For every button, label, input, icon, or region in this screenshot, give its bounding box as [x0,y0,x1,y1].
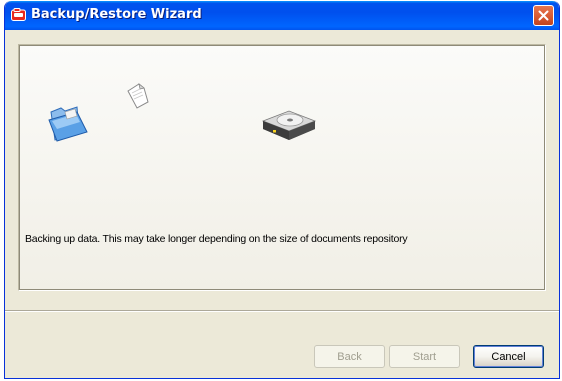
open-folder-icon [47,102,91,147]
back-button[interactable]: Back [314,345,385,368]
document-icon [125,82,151,115]
status-message: Backing up data. This may take longer de… [25,233,408,245]
progress-panel: Backing up data. This may take longer de… [18,44,546,291]
title-bar[interactable]: Backup/Restore Wizard [5,1,559,30]
backup-restore-window: Backup/Restore Wizard Backing up data. T… [4,1,560,379]
hard-drive-icon [259,107,319,148]
footer-divider [5,310,559,312]
window-title: Backup/Restore Wizard [31,7,202,22]
close-icon [538,10,549,21]
start-button[interactable]: Start [389,345,460,368]
close-button[interactable] [533,5,554,26]
app-red-icon [11,8,26,21]
cancel-button[interactable]: Cancel [473,345,544,368]
